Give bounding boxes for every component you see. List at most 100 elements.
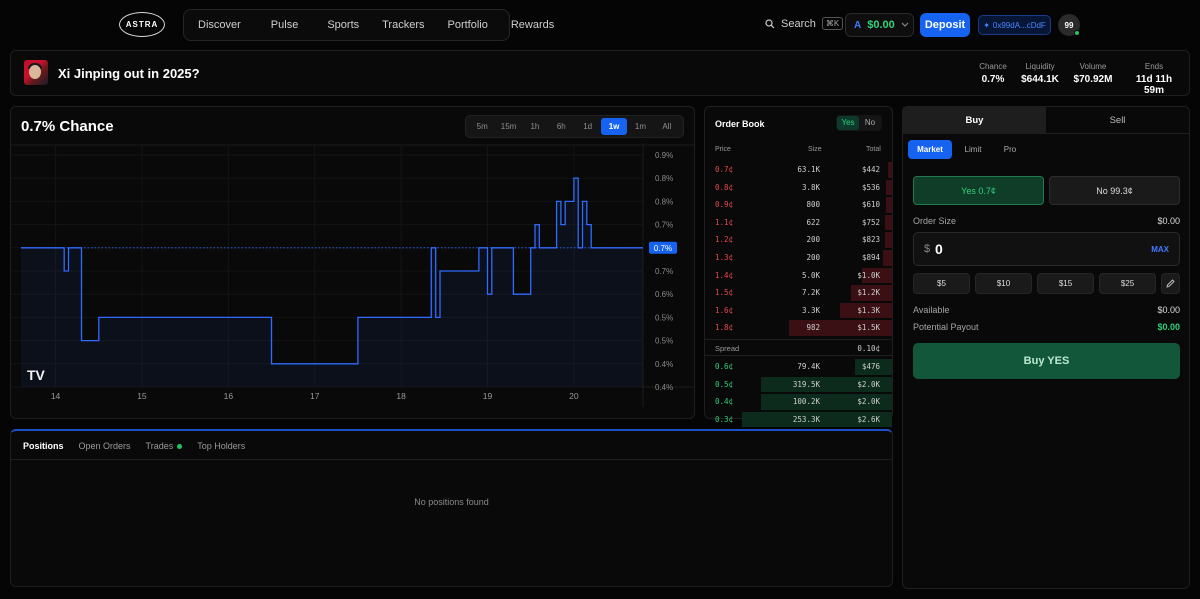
y-tick-label: 0.5% <box>655 337 673 346</box>
ask-row[interactable]: 1.1¢ 622 $752 <box>705 214 892 232</box>
ask-total: $1.5K <box>857 323 880 333</box>
y-tick-label: 0.7% <box>655 221 673 230</box>
ask-price: 1.3¢ <box>715 253 734 262</box>
ask-row[interactable]: 1.3¢ 200 $894 <box>705 249 892 267</box>
bid-size: 79.4K <box>797 362 820 371</box>
x-tick-label: 15 <box>137 391 147 401</box>
order-size-value: $0.00 <box>1157 216 1180 226</box>
stat-value: $644.1K <box>1021 74 1059 85</box>
nav-sports[interactable]: Sports <box>327 19 359 31</box>
edit-amounts-button[interactable] <box>1161 273 1180 294</box>
tab-top-holders[interactable]: Top Holders <box>197 441 245 451</box>
ask-row[interactable]: 1.5¢ 7.2K $1.2K <box>705 284 892 302</box>
range-1w[interactable]: 1w <box>600 118 628 135</box>
ask-total: $536 <box>861 182 880 192</box>
stat-volume: Volume $70.92M <box>1070 62 1116 85</box>
depth-bar <box>886 197 892 213</box>
nav-rewards[interactable]: Rewards <box>511 19 554 31</box>
y-tick-label: 0.5% <box>655 313 673 322</box>
bid-row[interactable]: 0.5¢ 319.5K $2.0K <box>705 376 892 394</box>
x-tick-label: 18 <box>396 391 406 401</box>
depth-bar <box>884 232 892 248</box>
ask-size: 800 <box>806 200 820 210</box>
amount-input[interactable]: $ 0 MAX <box>913 232 1180 266</box>
ask-size: 200 <box>806 235 820 245</box>
ask-row[interactable]: 1.4¢ 5.0K $1.0K <box>705 267 892 285</box>
range-15m[interactable]: 15m <box>495 118 521 135</box>
bid-row[interactable]: 0.3¢ 253.3K $2.6K <box>705 411 892 429</box>
ask-size: 200 <box>806 253 820 262</box>
no-outcome-button[interactable]: No 99.3¢ <box>1049 176 1180 205</box>
order-type-pro[interactable]: Pro <box>996 140 1024 159</box>
ask-price: 1.1¢ <box>715 217 734 227</box>
ask-total: $1.2K <box>857 288 880 298</box>
ask-row[interactable]: 0.9¢ 800 $610 <box>705 196 892 214</box>
col-header-price: Price <box>715 146 731 153</box>
spread-value: 0.10¢ <box>857 344 880 353</box>
ask-price: 0.8¢ <box>715 182 734 192</box>
ask-size: 982 <box>806 323 820 333</box>
ask-row[interactable]: 1.8¢ 982 $1.5K <box>705 319 892 337</box>
order-type-limit[interactable]: Limit <box>956 140 990 159</box>
nav-discover[interactable]: Discover <box>198 19 241 31</box>
deposit-button[interactable]: Deposit <box>920 13 970 37</box>
ask-row[interactable]: 1.2¢ 200 $823 <box>705 231 892 249</box>
current-price-label: 0.7% <box>654 244 672 253</box>
buy-yes-button[interactable]: Buy YES <box>913 343 1180 379</box>
stat-label: Liquidity <box>1025 62 1055 71</box>
stat-value: 11d 11h 59m <box>1135 74 1173 96</box>
ask-size: 3.8K <box>801 182 820 192</box>
range-All[interactable]: All <box>654 118 680 135</box>
main-nav: Discover Pulse Sports Trackers Portfolio… <box>183 9 554 41</box>
stat-label: Volume <box>1079 62 1107 71</box>
depth-bar <box>882 250 892 266</box>
tab-sell[interactable]: Sell <box>1046 107 1189 134</box>
y-tick-label: 0.4% <box>655 360 673 369</box>
range-1h[interactable]: 1h <box>522 118 548 135</box>
range-5m[interactable]: 5m <box>469 118 495 135</box>
bid-price: 0.3¢ <box>715 414 734 424</box>
stat-value: $70.92M <box>1073 74 1113 85</box>
order-type-market[interactable]: Market <box>908 140 952 159</box>
nav-portfolio[interactable]: Portfolio <box>448 19 488 31</box>
nav-pulse[interactable]: Pulse <box>271 19 299 31</box>
bid-total: $2.0K <box>857 379 880 389</box>
nav-trackers[interactable]: Trackers <box>382 19 424 31</box>
positions-tabs: Positions Open Orders Trades Top Holders <box>23 441 245 451</box>
payout-value: $0.00 <box>1157 322 1180 332</box>
order-book-no-tab[interactable]: No <box>859 116 881 130</box>
ask-row[interactable]: 0.7¢ 63.1K $442 <box>705 161 892 179</box>
range-1d[interactable]: 1d <box>575 118 601 135</box>
y-tick-label: 0.9% <box>655 151 673 160</box>
quick-amount-15[interactable]: $15 <box>1037 273 1094 294</box>
order-book-yes-tab[interactable]: Yes <box>837 116 859 130</box>
y-tick-label: 0.7% <box>655 267 673 276</box>
quick-amount-10[interactable]: $10 <box>975 273 1032 294</box>
quick-amount-5[interactable]: $5 <box>913 273 970 294</box>
ask-size: 622 <box>806 217 820 227</box>
tab-positions[interactable]: Positions <box>23 441 64 451</box>
depth-bar <box>884 214 892 231</box>
balance-dropdown[interactable]: A $0.00 <box>845 13 914 37</box>
bid-row[interactable]: 0.6¢ 79.4K $476 <box>705 358 892 376</box>
range-6h[interactable]: 6h <box>548 118 574 135</box>
range-1m[interactable]: 1m <box>627 118 653 135</box>
bid-row[interactable]: 0.4¢ 100.2K $2.0K <box>705 393 892 411</box>
astra-logo[interactable]: ASTRA <box>119 12 165 37</box>
tab-buy[interactable]: Buy <box>903 107 1046 134</box>
ask-price: 1.4¢ <box>715 270 734 280</box>
wallet-icon: ✦ <box>983 20 990 30</box>
max-button[interactable]: MAX <box>1151 245 1169 254</box>
yes-outcome-button[interactable]: Yes 0.7¢ <box>913 176 1044 205</box>
tab-open-orders[interactable]: Open Orders <box>79 441 131 451</box>
quick-amount-25[interactable]: $25 <box>1099 273 1156 294</box>
stat-liquidity: Liquidity $644.1K <box>1020 62 1060 85</box>
ask-row[interactable]: 1.6¢ 3.3K $1.3K <box>705 302 892 320</box>
search-button[interactable]: Search ⌘K <box>765 17 844 30</box>
price-chart[interactable]: 0.9% 0.8% 0.8% 0.7% 0.7% 0.7% 0.6% 0.5% 0.5% 0.4%… <box>11 143 694 407</box>
ask-size: 5.0K <box>801 270 820 280</box>
tab-trades[interactable]: Trades <box>146 441 183 451</box>
col-header-total: Total <box>866 146 881 153</box>
ask-row[interactable]: 0.8¢ 3.8K $536 <box>705 179 892 197</box>
wallet-address-button[interactable]: ✦ 0x99dA...cDdF <box>978 15 1051 35</box>
